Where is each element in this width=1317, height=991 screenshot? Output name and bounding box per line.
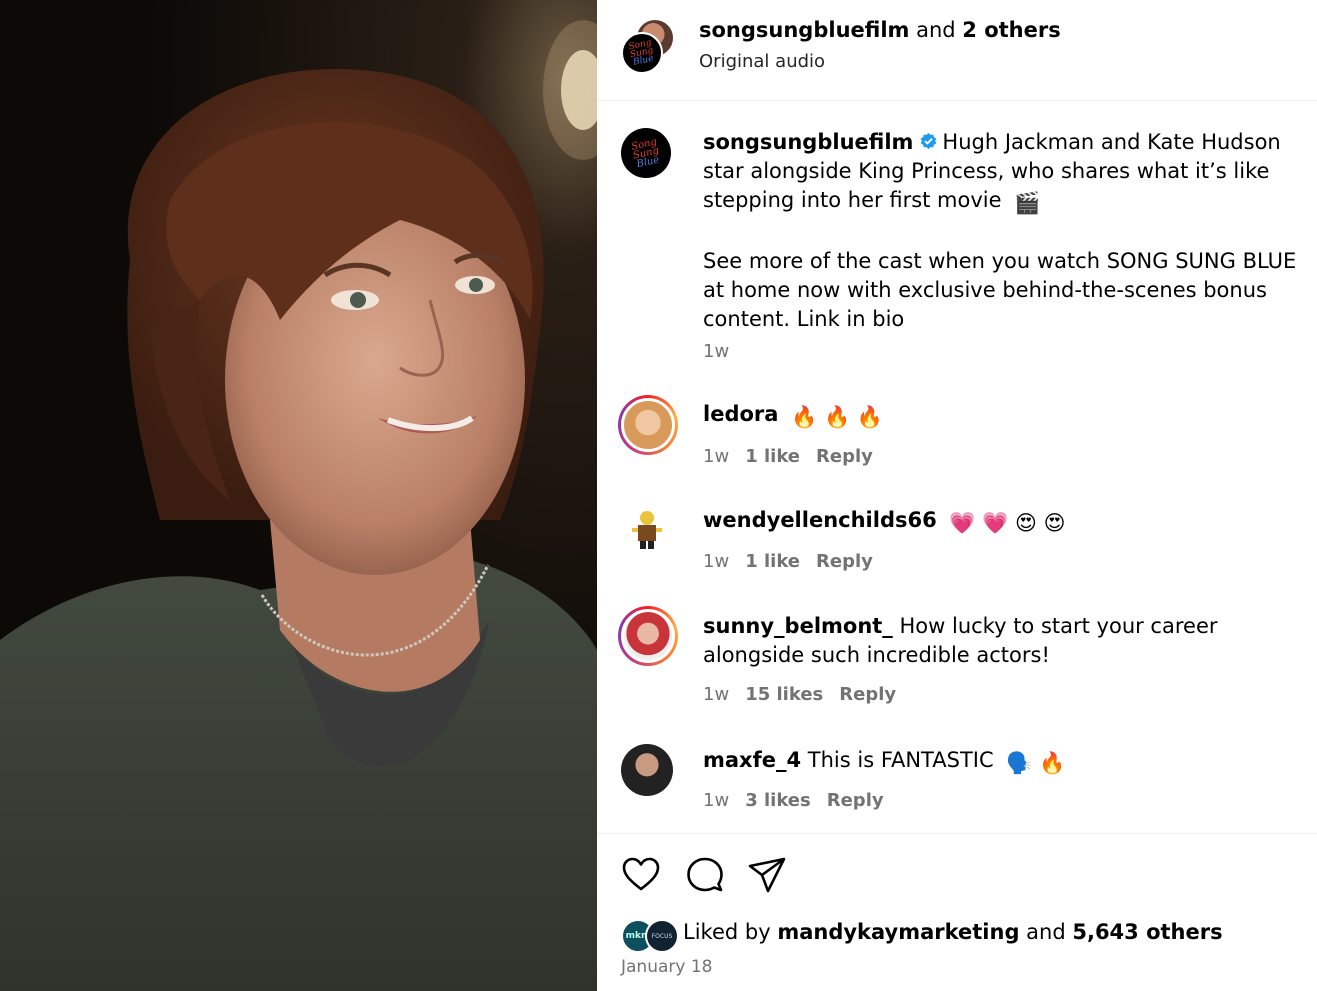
comment-timestamp[interactable]: 1w	[703, 551, 729, 572]
portrait-image	[0, 0, 597, 991]
speaking-fire-emojis: 🗣️ 🔥	[1006, 751, 1066, 775]
comment-item: sunny_belmont_ How lucky to start your c…	[618, 606, 1317, 716]
caption-timestamp[interactable]: 1w	[703, 341, 729, 362]
song-sung-blue-logo: Song Sung Blue	[630, 136, 661, 170]
verified-icon	[921, 132, 937, 150]
comment-avatar-sunny[interactable]	[618, 606, 678, 666]
caption-username[interactable]: songsungbluefilm	[703, 130, 913, 154]
audio-label[interactable]: Original audio	[699, 51, 825, 72]
liked-avatars[interactable]: mkm FOCUS	[621, 918, 681, 953]
post-details-panel: Song Sung Blue songsungbluefilm and 2 othe…	[597, 0, 1317, 991]
comment-meta: 1w 1 like Reply	[703, 446, 889, 467]
liked-by-text: Liked by mandykaymarketing and 5,643 oth…	[683, 920, 1223, 944]
comment-avatar-maxfe[interactable]	[621, 744, 673, 796]
focus-avatar: FOCUS	[645, 919, 679, 953]
action-bar	[621, 855, 921, 895]
comment-username[interactable]: sunny_belmont_	[703, 614, 893, 638]
comment-meta: 1w 3 likes Reply	[703, 790, 900, 811]
comment-avatar-ledora[interactable]	[618, 395, 678, 455]
comment-text: wendyellenchilds66 💗 💗 😍 😍	[703, 506, 1317, 538]
comment-text: ledora 🔥 🔥 🔥	[703, 400, 1317, 432]
caption-body-2: See more of the cast when you watch SONG…	[703, 249, 1297, 331]
songsungblue-avatar[interactable]: Song Sung Blue	[621, 32, 663, 74]
comment-username[interactable]: maxfe_4	[703, 748, 801, 772]
comment-meta: 1w 1 like Reply	[703, 551, 889, 572]
comment-item: wendyellenchilds66 💗 💗 😍 😍 1w 1 like Reply	[621, 501, 1317, 581]
divider	[597, 833, 1317, 834]
comment-avatar-wendy[interactable]	[621, 503, 673, 555]
reply-button[interactable]: Reply	[827, 790, 884, 811]
post-date[interactable]: January 18	[621, 957, 712, 977]
comment-username[interactable]: wendyellenchilds66	[703, 508, 937, 532]
comment-likes[interactable]: 1 like	[745, 551, 800, 572]
clapper-emoji: 🎬	[1014, 191, 1041, 215]
post-video[interactable]	[0, 0, 597, 991]
reply-button[interactable]: Reply	[839, 684, 896, 705]
liked-by-user[interactable]: mandykaymarketing	[777, 920, 1019, 944]
caption: Song Sung Blue songsungbluefilm Hugh Jackma…	[621, 126, 1317, 366]
header-others-link[interactable]: 2 others	[962, 18, 1060, 42]
caption-text: songsungbluefilm Hugh Jackman and Kate Hu…	[703, 128, 1317, 334]
header-authors: songsungbluefilm and 2 others	[699, 18, 1061, 42]
comment-likes[interactable]: 1 like	[745, 446, 800, 467]
comment-timestamp[interactable]: 1w	[703, 684, 729, 705]
reply-button[interactable]: Reply	[816, 551, 873, 572]
header-username[interactable]: songsungbluefilm	[699, 18, 909, 42]
comment-body: This is FANTASTIC	[807, 748, 994, 772]
likes-count[interactable]: 5,643 others	[1072, 920, 1222, 944]
heart-icon[interactable]	[621, 855, 661, 895]
fire-emojis: 🔥 🔥 🔥	[791, 405, 883, 429]
caption-meta: 1w	[703, 341, 745, 362]
comment-timestamp[interactable]: 1w	[703, 790, 729, 811]
heart-emojis: 💗 💗 😍 😍	[949, 511, 1066, 535]
divider	[597, 100, 1317, 101]
comment-item: maxfe_4 This is FANTASTIC 🗣️ 🔥 1w 3 likes…	[621, 742, 1317, 822]
comment-timestamp[interactable]: 1w	[703, 446, 729, 467]
comment-item: ledora 🔥 🔥 🔥 1w 1 like Reply	[618, 395, 1317, 475]
share-icon[interactable]	[747, 855, 787, 895]
comment-likes[interactable]: 3 likes	[745, 790, 811, 811]
post-header: Song Sung Blue songsungbluefilm and 2 othe…	[597, 0, 1317, 100]
comment-icon[interactable]	[685, 855, 725, 895]
reply-button[interactable]: Reply	[816, 446, 873, 467]
comment-text: maxfe_4 This is FANTASTIC 🗣️ 🔥	[703, 746, 1317, 778]
instagram-post: Song Sung Blue songsungbluefilm and 2 othe…	[0, 0, 1317, 991]
lego-figure-avatar-image	[632, 511, 662, 549]
comment-username[interactable]: ledora	[703, 402, 778, 426]
comment-likes[interactable]: 15 likes	[745, 684, 823, 705]
caption-avatar[interactable]: Song Sung Blue	[621, 128, 671, 178]
collab-avatars[interactable]: Song Sung Blue	[621, 18, 675, 74]
comment-meta: 1w 15 likes Reply	[703, 684, 912, 705]
comment-text: sunny_belmont_ How lucky to start your c…	[703, 612, 1317, 670]
song-sung-blue-logo: Song Sung Blue	[627, 37, 655, 68]
